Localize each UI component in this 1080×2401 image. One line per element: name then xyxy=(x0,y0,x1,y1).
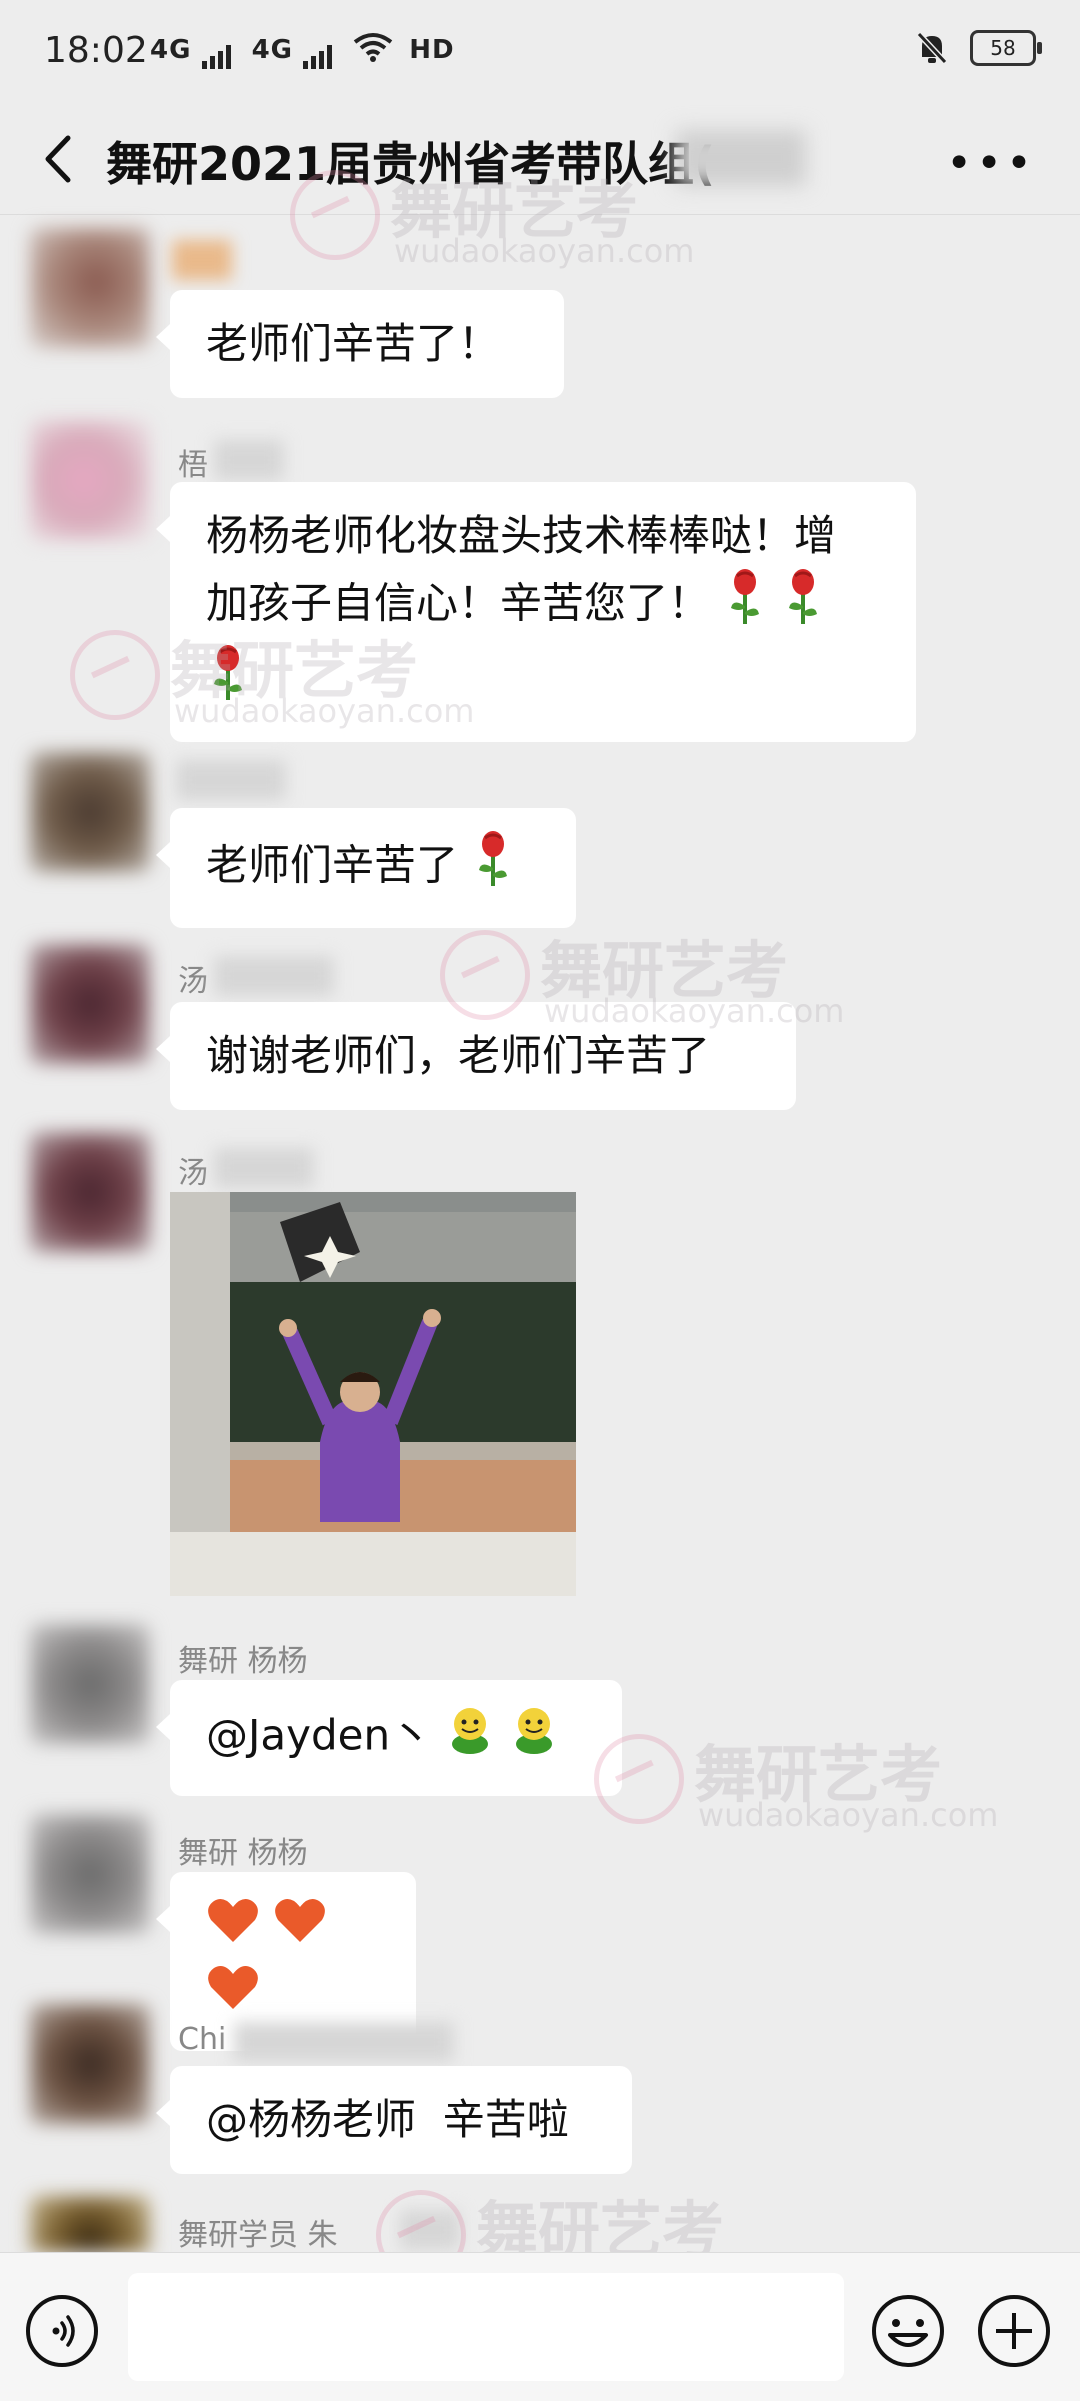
status-bar: 18:02 4G 4G HD 58 xyxy=(0,0,1080,104)
message-input[interactable] xyxy=(128,2273,844,2381)
sender-redaction xyxy=(214,956,334,996)
avatar[interactable] xyxy=(30,228,150,348)
sender-name: 舞研 杨杨 xyxy=(178,1644,308,1679)
heart-emoji-icon xyxy=(206,1963,260,2029)
sender-redaction xyxy=(176,760,286,800)
message-text-line-1: 杨杨老师化妆盘头技术棒棒哒！增 xyxy=(206,511,837,560)
watermark-text: 舞研艺考 xyxy=(694,1738,943,1811)
sender-redaction xyxy=(214,1148,314,1188)
avatar[interactable] xyxy=(30,2196,150,2252)
avatar[interactable] xyxy=(30,2004,150,2124)
wifi-icon xyxy=(353,33,393,62)
voice-icon[interactable] xyxy=(26,2295,98,2367)
message-bubble[interactable]: 老师们辛苦了！ xyxy=(156,290,564,398)
green-smiley-emoji-icon xyxy=(509,1702,559,1774)
heart-emoji-icon xyxy=(273,1896,327,1962)
rose-emoji-icon xyxy=(723,568,767,644)
emoji-icon[interactable] xyxy=(870,2293,946,2369)
message-text-line-2: 加孩子自信心！辛苦您了！ xyxy=(206,578,711,628)
hd-label: HD xyxy=(409,35,455,65)
message-bubble[interactable]: 杨杨老师化妆盘头技术棒棒哒！增 加孩子自信心！辛苦您了！ xyxy=(156,482,916,742)
sender-name: 舞研学员 朱 xyxy=(178,2218,338,2253)
rose-emoji-icon xyxy=(471,830,515,906)
title-redaction xyxy=(676,130,806,186)
message-text: @Jayden丶 xyxy=(206,1710,433,1760)
network-indicator: 4G 4G HD xyxy=(150,32,455,69)
sender-redaction xyxy=(400,2210,460,2250)
avatar[interactable] xyxy=(30,1132,150,1252)
watermark-logo xyxy=(70,630,160,720)
sender-redaction xyxy=(214,440,284,480)
shared-photo[interactable] xyxy=(170,1192,576,1596)
message-text: @杨杨老师 辛苦啦 xyxy=(206,2095,569,2144)
watermark-url: wudaokaoyan.com xyxy=(394,232,695,270)
sender-name: 梧 xyxy=(178,448,208,483)
sender-name: 舞研 杨杨 xyxy=(178,1836,308,1871)
signal-icon xyxy=(201,39,234,69)
avatar[interactable] xyxy=(30,420,150,540)
message-bubble[interactable]: @Jayden丶 xyxy=(156,1680,622,1796)
sender-redaction xyxy=(234,2022,454,2062)
chat-header: 舞研2021届贵州省考带队组( ••• xyxy=(0,104,1080,215)
avatar[interactable] xyxy=(30,944,150,1064)
signal-icon-2 xyxy=(303,39,335,69)
network-label-1: 4G xyxy=(150,35,192,65)
status-time: 18:02 xyxy=(44,30,148,71)
avatar[interactable] xyxy=(30,1814,150,1934)
green-smiley-emoji-icon xyxy=(445,1702,495,1774)
message-text: 谢谢老师们，老师们辛苦了 xyxy=(206,1031,711,1080)
sender-name: 汤 xyxy=(178,964,208,999)
back-chevron-icon[interactable] xyxy=(30,126,90,192)
watermark-text: 舞研艺考 xyxy=(540,934,789,1007)
message-bubble[interactable]: 谢谢老师们，老师们辛苦了 xyxy=(156,1002,796,1110)
message-bubble[interactable]: 老师们辛苦了 xyxy=(156,808,576,928)
rose-emoji-icon xyxy=(206,644,250,720)
watermark-url: wudaokaoyan.com xyxy=(698,1796,999,1834)
sender-redaction xyxy=(172,240,232,280)
sender-name: 汤 xyxy=(178,1156,208,1191)
message-bubble[interactable]: @杨杨老师 辛苦啦 xyxy=(156,2066,632,2174)
avatar[interactable] xyxy=(30,1624,150,1744)
sender-name: Chi xyxy=(178,2022,227,2057)
message-text: 老师们辛苦了！ xyxy=(206,319,501,368)
photo-content xyxy=(170,1192,576,1596)
message-text: 老师们辛苦了 xyxy=(206,840,459,890)
network-label-2: 4G xyxy=(251,35,293,65)
more-dots-icon[interactable]: ••• xyxy=(946,138,1036,189)
heart-emoji-icon xyxy=(206,1896,260,1962)
input-bar xyxy=(0,2252,1080,2401)
rose-emoji-icon xyxy=(781,568,825,644)
plus-icon[interactable] xyxy=(976,2293,1052,2369)
mute-bell-icon xyxy=(916,31,948,65)
chat-title[interactable]: 舞研2021届贵州省考带队组( xyxy=(106,128,715,194)
battery-icon: 58 xyxy=(970,30,1042,66)
avatar[interactable] xyxy=(30,752,150,872)
